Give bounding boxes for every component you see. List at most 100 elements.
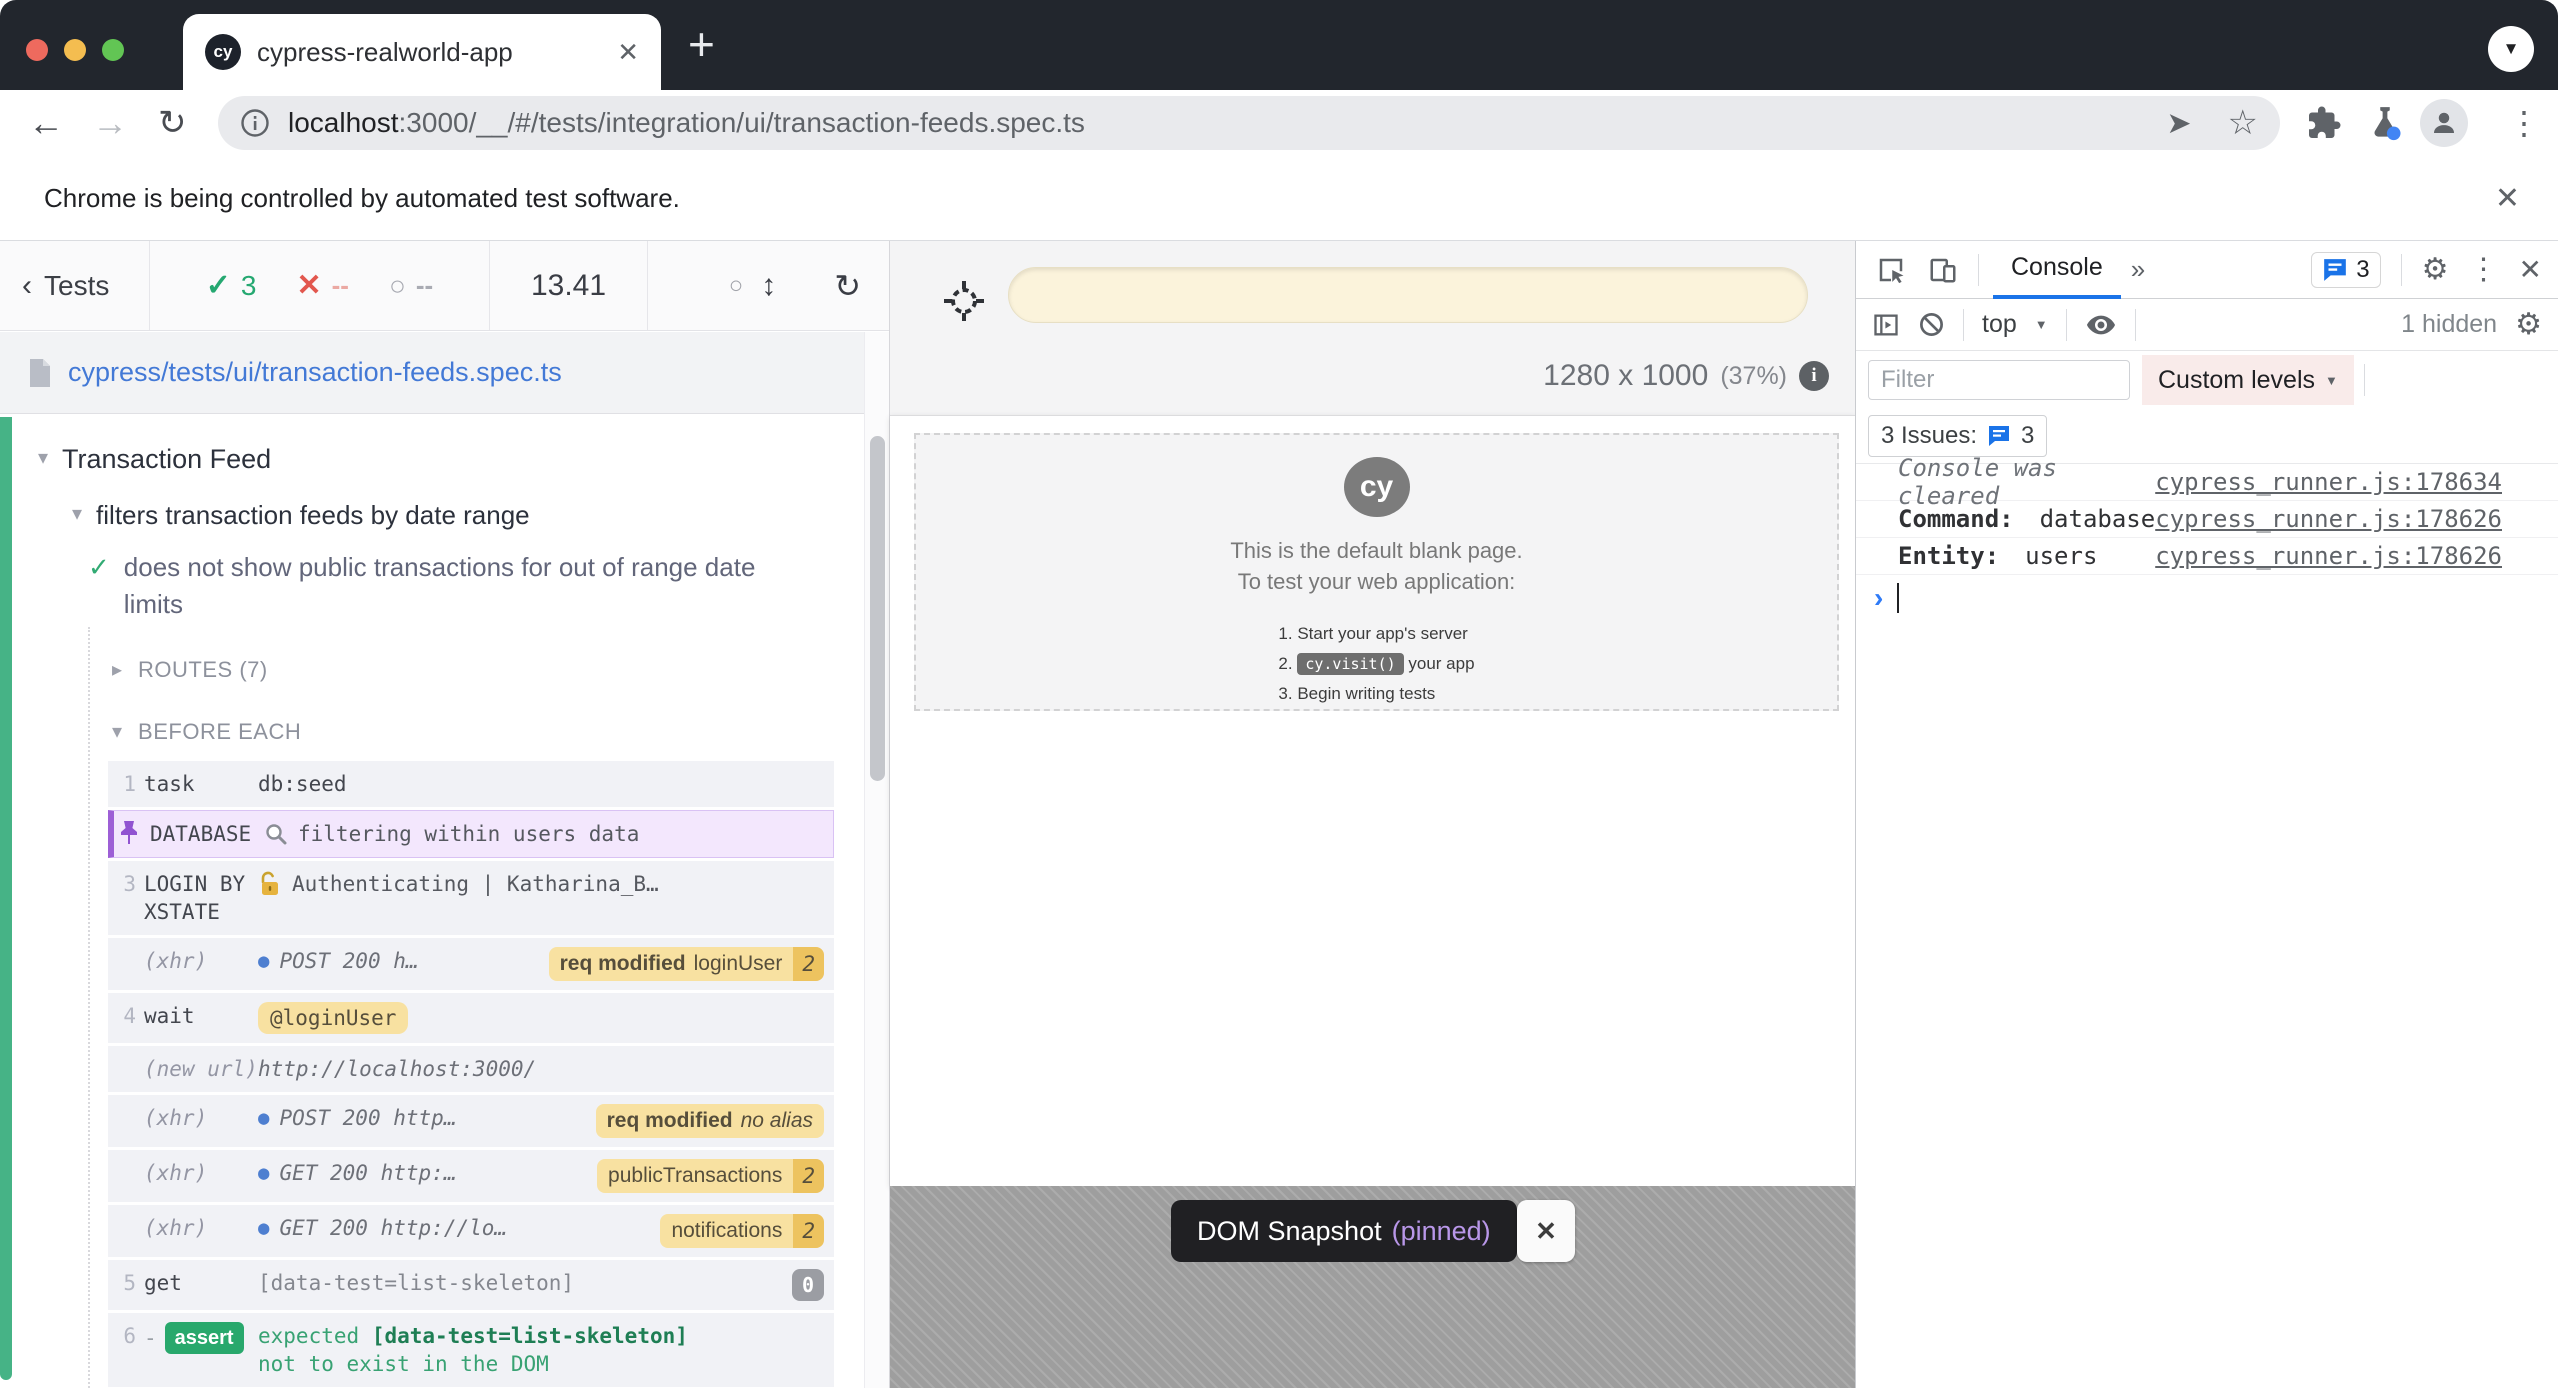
scrollbar-thumb[interactable] [870, 436, 885, 781]
infobar-close-icon[interactable]: ✕ [2495, 181, 2520, 216]
command-number: 6 [108, 1322, 136, 1350]
command-row-login-by-xstate[interactable]: 3 LOGIN BY XSTATE Authenticating | Katha… [108, 861, 834, 935]
command-message: POST 200 h… [279, 947, 418, 975]
filter-input[interactable] [1868, 360, 2130, 400]
extensions-puzzle-icon[interactable] [2306, 90, 2342, 156]
command-row-database-pinned[interactable]: DATABASE filtering within users data [108, 810, 834, 858]
live-expression-eye-icon[interactable] [2085, 309, 2117, 341]
new-tab-button[interactable]: + [688, 16, 715, 72]
log-levels-dropdown[interactable]: Custom levels ▼ [2142, 355, 2354, 405]
before-each-section-header[interactable]: ▾ BEFORE EACH [112, 715, 864, 749]
selector-playground-icon[interactable] [942, 279, 986, 328]
suite-filters-by-date-range[interactable]: ▾ filters transaction feeds by date rang… [72, 497, 864, 533]
lock-icon [258, 871, 282, 897]
issues-counter-button[interactable]: 3 [2311, 252, 2380, 288]
command-row-wait[interactable]: 4 wait @loginUser [108, 993, 834, 1043]
message-text: Console was cleared [1898, 454, 2155, 510]
chevron-right-icon[interactable]: ▸ [112, 653, 122, 687]
devtools-menu-icon[interactable]: ⋮ [2469, 255, 2499, 285]
macos-traffic-lights[interactable] [26, 39, 124, 61]
close-window-button[interactable] [26, 39, 48, 61]
reporter-scrollbar[interactable] [864, 332, 889, 1388]
clear-console-icon[interactable] [1918, 311, 1945, 338]
tab-title: cypress-realworld-app [257, 37, 617, 68]
share-icon[interactable]: ➤ [2166, 106, 2191, 141]
settings-gear-icon[interactable]: ⚙ [2422, 255, 2449, 285]
routes-section-header[interactable]: ▸ ROUTES (7) [112, 653, 864, 687]
browser-tab[interactable]: cy cypress-realworld-app ✕ [183, 14, 661, 90]
viewport-size: 1280 x 1000 [1543, 359, 1708, 393]
source-link[interactable]: cypress_runner.js:178626 [2155, 542, 2502, 570]
maximize-window-button[interactable] [102, 39, 124, 61]
back-button[interactable]: ← [28, 90, 64, 156]
command-row-xhr-public-transactions[interactable]: (xhr) ● GET 200 http:… publicTransaction… [108, 1150, 834, 1202]
back-to-tests-button[interactable]: ‹ Tests [0, 241, 150, 330]
console-prompt[interactable]: › [1856, 575, 2558, 613]
suite-transaction-feed[interactable]: ▾ Transaction Feed [38, 441, 864, 477]
command-name: task [144, 770, 258, 798]
command-number: 3 [108, 870, 136, 898]
tab-search-icon[interactable]: ▼ [2488, 26, 2534, 72]
chevron-down-icon[interactable]: ▾ [72, 497, 82, 531]
bookmark-star-icon[interactable]: ☆ [2228, 103, 2258, 143]
spec-path-link[interactable]: cypress/tests/ui/transaction-feeds.spec.… [68, 357, 562, 388]
cypress-favicon-icon: cy [205, 34, 241, 70]
circle-icon: ○ [389, 270, 406, 302]
minimize-window-button[interactable] [64, 39, 86, 61]
command-row-assert[interactable]: 6 - assert expected [data-test=list-skel… [108, 1313, 834, 1387]
cypress-stage: 1280 x 1000 (37%) i cy This is the defau… [890, 241, 1855, 1388]
profile-avatar[interactable] [2420, 90, 2468, 156]
address-bar[interactable]: localhost:3000/__/#/tests/integration/ui… [218, 96, 2280, 150]
hidden-messages-label[interactable]: 1 hidden [2401, 310, 2497, 339]
device-toolbar-icon[interactable] [1928, 255, 1958, 285]
command-row-xhr-notifications[interactable]: (xhr) ● GET 200 http://lo… notifications… [108, 1205, 834, 1257]
test-stats: ✓3 ✕-- ○-- [150, 241, 490, 330]
viewport-info-icon[interactable]: i [1799, 361, 1829, 391]
inspect-element-icon[interactable] [1876, 255, 1906, 285]
issues-count: 3 [2356, 256, 2369, 284]
console-message-command[interactable]: Command: database cypress_runner.js:1786… [1856, 501, 2558, 538]
back-label: Tests [44, 270, 109, 302]
console-message-cleared[interactable]: Console was cleared cypress_runner.js:17… [1856, 464, 2558, 501]
snapshot-close-button[interactable]: ✕ [1517, 1200, 1575, 1262]
snapshot-pinned-label: (pinned) [1392, 1216, 1491, 1247]
devtools-close-icon[interactable]: ✕ [2519, 253, 2542, 286]
aut-url-bar[interactable] [1008, 267, 1808, 323]
url-text[interactable]: localhost:3000/__/#/tests/integration/ui… [288, 107, 1085, 139]
command-row-xhr-post[interactable]: (xhr) ● POST 200 http… req modifiedno al… [108, 1095, 834, 1147]
test-item[interactable]: ✓ does not show public transactions for … [88, 549, 864, 623]
chevron-down-icon[interactable]: ▾ [38, 441, 48, 475]
command-row-get[interactable]: 5 get [data-test=list-skeleton] 0 [108, 1260, 834, 1310]
auto-scroll-circle-icon[interactable]: ○ [729, 272, 744, 300]
command-row-task[interactable]: 1 task db:seed [108, 761, 834, 807]
scroll-updown-icon[interactable]: ↕ [761, 269, 776, 303]
cypress-logo: cy [1344, 457, 1410, 517]
tab-console[interactable]: Console [1993, 241, 2121, 299]
source-link[interactable]: cypress_runner.js:178626 [2155, 505, 2502, 533]
chevron-down-icon: ▼ [2035, 317, 2048, 332]
console-sidebar-icon[interactable] [1872, 311, 1900, 339]
console-message-entity[interactable]: Entity: users cypress_runner.js:178626 [1856, 538, 2558, 575]
command-row-new-url[interactable]: (new url) http://localhost:3000/ [108, 1046, 834, 1092]
blank-page-line2: To test your web application: [1238, 566, 1516, 597]
pass-indicator-bar [0, 417, 12, 1380]
command-message: [data-test=list-skeleton] [258, 1269, 574, 1297]
experiment-flask-icon[interactable] [2366, 90, 2404, 156]
tab-close-icon[interactable]: ✕ [617, 37, 639, 68]
command-message: GET 200 http://lo… [279, 1214, 507, 1242]
command-row-xhr-login[interactable]: (xhr) ● POST 200 h… req modifiedloginUse… [108, 938, 834, 990]
chevron-down-icon[interactable]: ▾ [112, 715, 122, 749]
issues-bar-button[interactable]: 3 Issues: 3 [1868, 415, 2047, 457]
js-context-selector[interactable]: top [1982, 310, 2017, 339]
rerun-tests-icon[interactable]: ↻ [834, 267, 861, 305]
failed-count: -- [332, 270, 349, 301]
reload-button[interactable]: ↻ [158, 90, 187, 156]
forward-button[interactable]: → [92, 90, 128, 156]
source-link[interactable]: cypress_runner.js:178634 [2155, 468, 2502, 496]
site-info-icon[interactable] [240, 108, 270, 138]
issues-bar-label: 3 Issues: [1881, 422, 1977, 450]
console-settings-gear-icon[interactable]: ⚙ [2515, 310, 2542, 340]
more-tabs-icon[interactable]: » [2131, 254, 2145, 285]
message-bubble-icon [2322, 257, 2348, 283]
browser-menu-icon[interactable]: ⋮ [2508, 90, 2540, 156]
